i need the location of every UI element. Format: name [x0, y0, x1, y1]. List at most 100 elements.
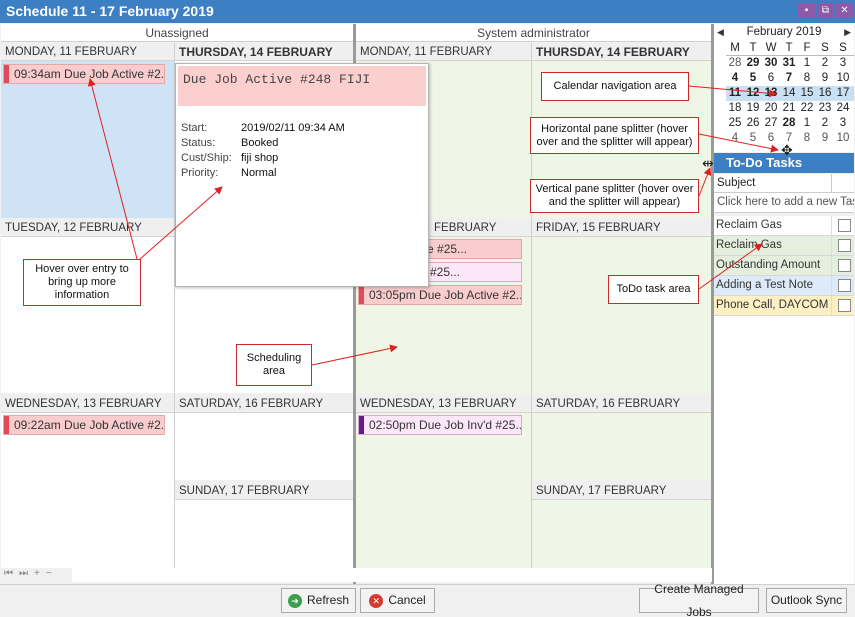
calendar-day[interactable]: 10	[834, 131, 852, 146]
todo-checkbox[interactable]	[838, 299, 851, 312]
cell-sa-fri[interactable]	[532, 237, 711, 393]
calendar-day[interactable]: 23	[816, 101, 834, 116]
cell-sa-sun[interactable]	[532, 500, 711, 568]
day-header-sa-sat: SATURDAY, 16 FEBRUARY	[532, 395, 711, 413]
calendar-day[interactable]: 4	[726, 71, 744, 86]
todo-item[interactable]: Phone Call, DAYCOM	[714, 296, 854, 316]
calendar-day[interactable]: 5	[744, 71, 762, 86]
calendar-week-selected: 11 12 13 14 15 16 17	[726, 86, 854, 101]
callout-scheduling: Scheduling area	[236, 344, 312, 386]
calendar-day[interactable]: 28	[780, 116, 798, 131]
calendar-day[interactable]: 3	[834, 56, 852, 71]
calendar-day[interactable]: 2	[816, 56, 834, 71]
calendar-day[interactable]: 24	[834, 101, 852, 116]
calendar-day[interactable]: 6	[762, 71, 780, 86]
day-header-sa-wed: WEDNESDAY, 13 FEBRUARY	[356, 395, 531, 413]
resource-pager[interactable]: ⏮ ⏭ + −	[2, 568, 72, 582]
calendar-day[interactable]: 13	[762, 86, 780, 101]
calendar-day[interactable]: 9	[816, 71, 834, 86]
last-page-icon[interactable]: ⏭	[19, 568, 28, 582]
calendar-day[interactable]: 31	[780, 56, 798, 71]
todo-item[interactable]: Outstanding Amount	[714, 256, 854, 276]
window-title: Schedule 11 - 17 February 2019	[6, 3, 214, 19]
calendar-day[interactable]: 1	[798, 56, 816, 71]
calendar-dow-row: M T W T F S S	[726, 41, 854, 56]
calendar-day[interactable]: 21	[780, 101, 798, 116]
horizontal-splitter-icon[interactable]: ✥	[781, 142, 793, 159]
horizontal-scrollbar[interactable]	[72, 568, 712, 582]
calendar-day[interactable]: 5	[744, 131, 762, 146]
todo-column-header[interactable]: Subject	[714, 174, 854, 193]
calendar-day[interactable]: 9	[816, 131, 834, 146]
appointment[interactable]: 03:05pm Due Job Active #2...	[358, 285, 522, 305]
cell-un-sat[interactable]	[175, 413, 353, 480]
calendar-navigator[interactable]: ◀ February 2019 ▶ M T W T F S S 28 29 30…	[714, 24, 854, 152]
create-managed-jobs-button[interactable]: Create Managed Jobs	[639, 582, 759, 617]
calendar-day[interactable]: 4	[726, 131, 744, 146]
cell-sa-wed[interactable]	[356, 413, 531, 568]
calendar-week: 18 19 20 21 22 23 24	[726, 101, 854, 116]
calendar-day[interactable]: 14	[780, 86, 798, 101]
calendar-day[interactable]: 28	[726, 56, 744, 71]
calendar-day[interactable]: 25	[726, 116, 744, 131]
calendar-day[interactable]: 26	[744, 116, 762, 131]
todo-checkbox[interactable]	[838, 279, 851, 292]
calendar-day[interactable]: 17	[834, 86, 852, 101]
cell-sa-sat[interactable]	[532, 413, 711, 480]
outlook-sync-button[interactable]: Outlook Sync	[766, 588, 847, 613]
calendar-day[interactable]: 16	[816, 86, 834, 101]
calendar-day[interactable]: 11	[726, 86, 744, 101]
calendar-day[interactable]: 6	[762, 131, 780, 146]
appointment[interactable]: 09:34am Due Job Active #2...	[3, 64, 165, 84]
vertical-splitter-icon[interactable]: ⇹	[702, 155, 714, 172]
calendar-day[interactable]: 8	[798, 71, 816, 86]
add-resource-icon[interactable]: +	[34, 568, 40, 582]
calendar-day[interactable]: 10	[834, 71, 852, 86]
cell-un-wed[interactable]	[1, 413, 174, 568]
calendar-day[interactable]: 18	[726, 101, 744, 116]
resource-header-unassigned: Unassigned	[1, 24, 353, 42]
calendar-day[interactable]: 22	[798, 101, 816, 116]
todo-checkbox[interactable]	[838, 219, 851, 232]
refresh-icon: ➜	[287, 593, 302, 608]
tooltip-value: 2019/02/11 09:34 AM	[241, 122, 345, 134]
todo-item[interactable]: Reclaim Gas	[714, 236, 854, 256]
calendar-day[interactable]: 19	[744, 101, 762, 116]
remove-resource-icon[interactable]: −	[46, 568, 52, 582]
restore-button[interactable]: ⧉	[817, 3, 834, 18]
minimize-button[interactable]: ▪	[798, 3, 815, 18]
todo-checkbox[interactable]	[838, 239, 851, 252]
todo-checkbox[interactable]	[838, 259, 851, 272]
refresh-button[interactable]: ➜ Refresh	[281, 588, 356, 613]
day-header-sat: SATURDAY, 16 FEBRUARY	[175, 395, 353, 413]
todo-add-input[interactable]: Click here to add a new Task	[714, 193, 854, 213]
calendar-day[interactable]: 20	[762, 101, 780, 116]
todo-item[interactable]: Adding a Test Note	[714, 276, 854, 296]
tooltip-label: Start:	[181, 122, 208, 134]
calendar-day[interactable]: 29	[744, 56, 762, 71]
cell-un-mon[interactable]	[1, 61, 174, 218]
close-button[interactable]: ✕	[836, 3, 853, 18]
calendar-day[interactable]: 12	[744, 86, 762, 101]
calendar-day[interactable]: 8	[798, 131, 816, 146]
todo-subject-header: Subject	[717, 177, 756, 189]
day-header-sun: SUNDAY, 17 FEBRUARY	[175, 482, 353, 500]
calendar-next-icon[interactable]: ▶	[844, 27, 851, 38]
calendar-day[interactable]: 1	[798, 116, 816, 131]
callout-calendar-nav: Calendar navigation area	[541, 72, 689, 101]
calendar-week: 4 5 6 7 8 9 10	[726, 71, 854, 86]
day-header-thu: THURSDAY, 14 FEBRUARY	[175, 43, 353, 61]
calendar-day[interactable]: 27	[762, 116, 780, 131]
calendar-day[interactable]: 7	[780, 71, 798, 86]
calendar-day[interactable]: 3	[834, 116, 852, 131]
appointment[interactable]: 09:22am Due Job Active #2...	[3, 415, 165, 435]
appointment[interactable]: 02:50pm Due Job Inv'd #25...	[358, 415, 522, 435]
calendar-day[interactable]: 2	[816, 116, 834, 131]
first-page-icon[interactable]: ⏮	[4, 568, 13, 582]
cell-un-sun[interactable]	[175, 500, 353, 568]
todo-item[interactable]: Reclaim Gas	[714, 216, 854, 236]
calendar-day[interactable]: 15	[798, 86, 816, 101]
tooltip-label: Status:	[181, 137, 216, 149]
cancel-button[interactable]: ✕ Cancel	[360, 588, 435, 613]
calendar-day[interactable]: 30	[762, 56, 780, 71]
